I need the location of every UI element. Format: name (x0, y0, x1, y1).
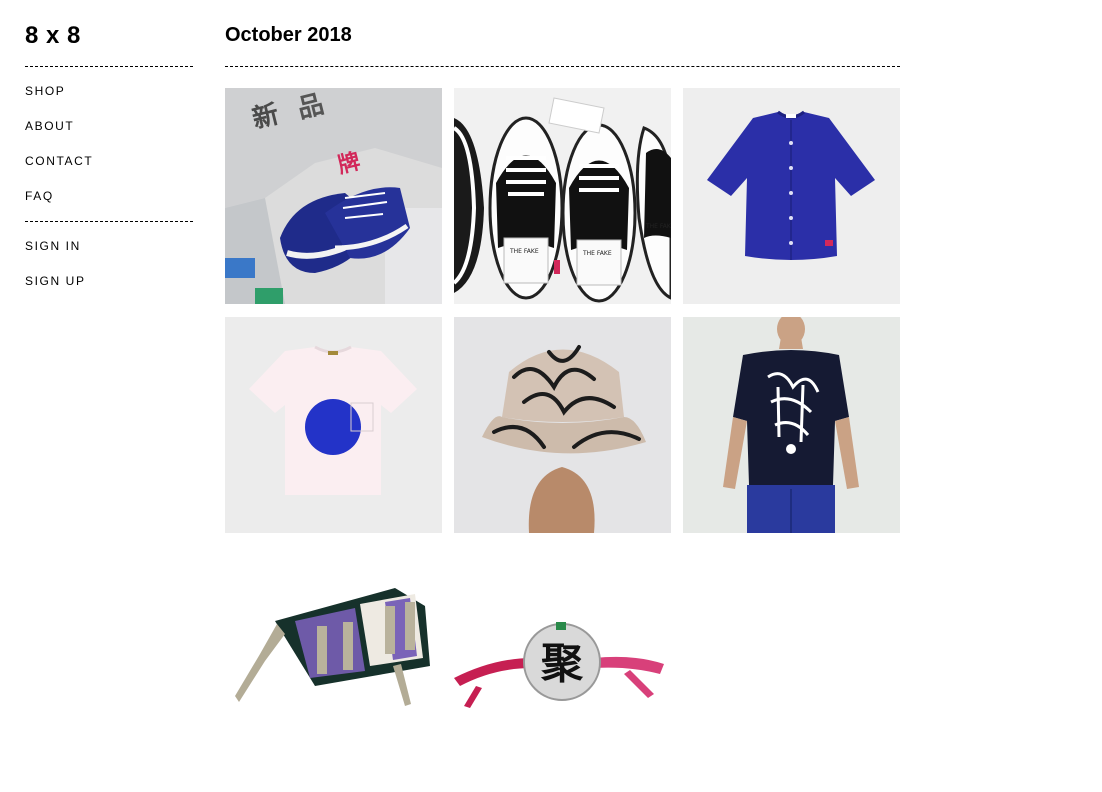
product-image-bucket-hat (454, 317, 671, 533)
nav-item-shop[interactable]: SHOP (25, 84, 193, 98)
main-content: October 2018 新 品 牌 THE FAKE THE FAKE THE… (225, 22, 900, 762)
sidebar-divider-top (25, 66, 193, 67)
product-tile-6[interactable] (683, 317, 900, 533)
bag-glyph: 聚 (540, 639, 584, 688)
nav-item-contact[interactable]: CONTACT (25, 154, 193, 168)
product-image-blue-shirt (683, 88, 900, 304)
product-tile-3[interactable] (683, 88, 900, 304)
page-title: October 2018 (225, 24, 352, 46)
product-image-round-bag: 聚 (454, 546, 671, 762)
product-image-graphic-tee (683, 317, 900, 533)
insole-label-left: THE FAKE (509, 248, 539, 255)
sidebar-divider-bottom (25, 221, 193, 222)
product-tile-7[interactable] (225, 546, 442, 762)
sidebar: 8 x 8 SHOP ABOUT CONTACT FAQ SIGN IN SIG… (25, 22, 193, 309)
insole-label-right: THE FAKE (645, 223, 671, 230)
nav-item-faq[interactable]: FAQ (25, 189, 193, 203)
primary-nav: SHOP ABOUT CONTACT FAQ (25, 84, 193, 203)
product-tile-8[interactable]: 聚 (454, 546, 671, 762)
product-tile-2[interactable]: THE FAKE THE FAKE THE FAKE (454, 88, 671, 304)
nav-item-sign-up[interactable]: SIGN UP (25, 274, 193, 288)
product-tile-5[interactable] (454, 317, 671, 533)
product-image-pink-tee (225, 317, 442, 533)
account-nav: SIGN IN SIGN UP (25, 239, 193, 288)
product-image-waist-bag (225, 546, 442, 762)
product-tile-1[interactable]: 新 品 牌 (225, 88, 442, 304)
nav-item-sign-in[interactable]: SIGN IN (25, 239, 193, 253)
product-tile-4[interactable] (225, 317, 442, 533)
title-divider (225, 66, 900, 67)
product-image-black-sneakers: THE FAKE THE FAKE THE FAKE (454, 88, 671, 304)
insole-label-middle: THE FAKE (582, 250, 612, 257)
nav-item-about[interactable]: ABOUT (25, 119, 193, 133)
site-logo[interactable]: 8 x 8 (25, 22, 193, 50)
product-image-sneakers-in-bag: 新 品 牌 (225, 88, 442, 304)
